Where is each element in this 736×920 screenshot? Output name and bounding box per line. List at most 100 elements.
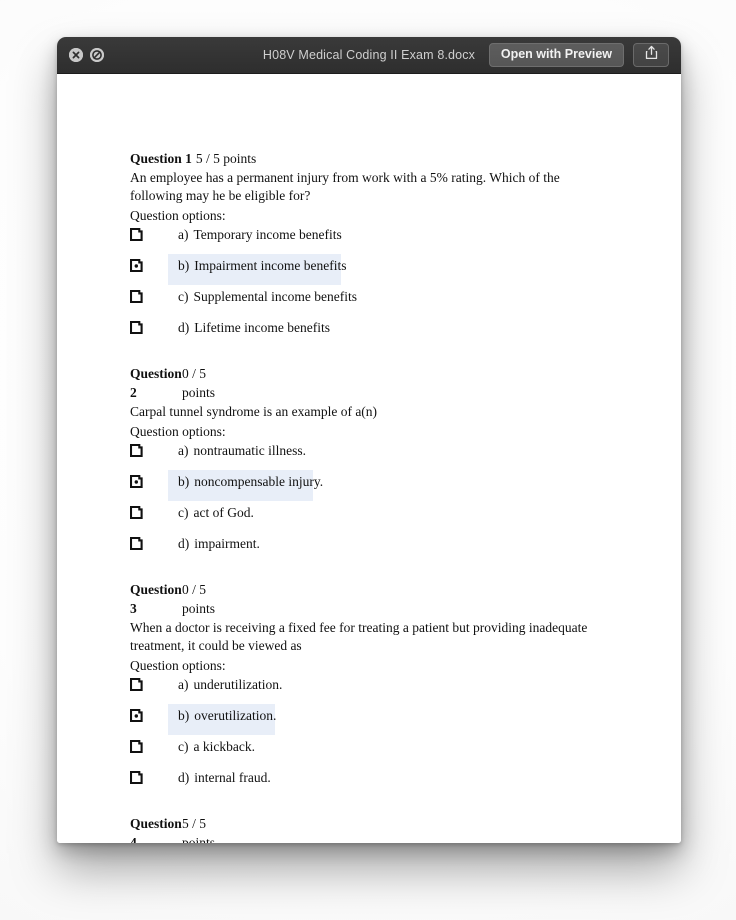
question-points-word: points: [182, 600, 216, 616]
option-letter: b): [178, 257, 190, 273]
option-label: impairment.: [194, 535, 260, 551]
question-score: 0 / 5: [182, 581, 207, 597]
option-label: Temporary income benefits: [193, 226, 342, 242]
option-text: a) Temporary income benefits: [178, 227, 342, 243]
checkbox-unchecked-icon[interactable]: [130, 739, 178, 753]
question-label: Question: [130, 815, 182, 831]
question-header-row: 2 points: [130, 384, 681, 402]
question-label: Question: [130, 365, 182, 381]
option-row[interactable]: b) Impairment income benefits: [128, 253, 681, 289]
option-letter: a): [178, 226, 189, 242]
checkbox-checked-icon[interactable]: [128, 469, 178, 501]
option-row[interactable]: d) internal fraud.: [130, 770, 681, 801]
option-row[interactable]: c) a kickback.: [130, 739, 681, 770]
option-letter: d): [178, 769, 190, 785]
option-letter: c): [178, 288, 189, 304]
checkbox-unchecked-icon[interactable]: [130, 443, 178, 457]
share-button[interactable]: [633, 43, 669, 67]
option-text: b) overutilization.: [178, 708, 276, 724]
question-points-word: points: [182, 835, 216, 843]
question-header-row: Question 0 / 5: [130, 365, 681, 383]
question-options-label: Question options:: [130, 423, 226, 439]
question-score: 0 / 5: [182, 365, 207, 381]
question-header: Question 15 / 5 points: [130, 150, 681, 168]
option-row[interactable]: c) act of God.: [130, 505, 681, 536]
question-number: 2: [130, 385, 137, 401]
option-letter: a): [178, 442, 189, 458]
option-letter: d): [178, 535, 190, 551]
question-text: When a doctor is receiving a fixed fee f…: [130, 620, 588, 654]
option-text: c) Supplemental income benefits: [178, 289, 357, 305]
option-text: a) underutilization.: [178, 677, 282, 693]
option-label: Impairment income benefits: [194, 257, 347, 273]
question-block: Question5 / 54pointsAn employee was inju…: [57, 815, 681, 843]
option-text: c) act of God.: [178, 505, 254, 521]
question-points-word: points: [182, 385, 216, 401]
quicklook-window: H08V Medical Coding II Exam 8.docx Open …: [57, 37, 681, 843]
option-label: noncompensable injury.: [194, 473, 324, 489]
question-header-row: Question 0 / 5: [130, 581, 681, 599]
option-text: d) Lifetime income benefits: [178, 320, 330, 336]
option-row[interactable]: b) noncompensable injury.: [128, 469, 681, 505]
document-body: Question 15 / 5 points An employee has a …: [57, 74, 681, 843]
option-text: d) impairment.: [178, 536, 260, 552]
question-spacer: [57, 351, 681, 365]
share-upload-icon: [645, 45, 658, 65]
question-block: Question 15 / 5 points An employee has a …: [57, 150, 681, 351]
question-header-row: 4 points: [130, 834, 681, 843]
question-options-label: Question options:: [130, 657, 226, 673]
option-list: a) nontraumatic illness. b) noncompensable …: [128, 443, 681, 567]
option-row[interactable]: d) impairment.: [130, 536, 681, 567]
question-options-label: Question options:: [130, 207, 226, 223]
option-list: a) underutilization. b) overutilization. c) a…: [128, 677, 681, 801]
question-text: Carpal tunnel syndrome is an example of …: [130, 404, 378, 420]
question-spacer: [57, 567, 681, 581]
question-header-row: Question 5 / 5: [130, 815, 681, 833]
option-label: act of God.: [193, 504, 254, 520]
question-number: 4: [130, 835, 137, 843]
option-text: c) a kickback.: [178, 739, 255, 755]
checkbox-unchecked-icon[interactable]: [130, 289, 178, 303]
checkbox-unchecked-icon[interactable]: [130, 227, 178, 241]
option-text: d) internal fraud.: [178, 770, 271, 786]
checkbox-unchecked-icon[interactable]: [130, 770, 178, 784]
option-label: Lifetime income benefits: [194, 319, 330, 335]
option-letter: a): [178, 676, 189, 692]
question-block: Question 0 / 5 2 points Carpal tunnel syndro…: [57, 365, 681, 567]
option-letter: b): [178, 473, 190, 489]
option-text: a) nontraumatic illness.: [178, 443, 306, 459]
question-label: Question 1: [130, 151, 192, 166]
checkbox-unchecked-icon[interactable]: [130, 320, 178, 334]
titlebar-left-controls: [57, 48, 104, 62]
document-page[interactable]: Question 15 / 5 points An employee has a …: [57, 74, 681, 843]
option-row[interactable]: b) overutilization.: [128, 703, 681, 739]
checkbox-unchecked-icon[interactable]: [130, 677, 178, 691]
option-label: nontraumatic illness.: [193, 442, 306, 458]
checkbox-unchecked-icon[interactable]: [130, 536, 178, 550]
option-row[interactable]: c) Supplemental income benefits: [130, 289, 681, 320]
question-points: 5 / 5 points: [195, 151, 257, 166]
option-letter: d): [178, 319, 190, 335]
option-row[interactable]: d) Lifetime income benefits: [130, 320, 681, 351]
option-text: b) noncompensable injury.: [178, 474, 323, 490]
checkbox-checked-icon[interactable]: [128, 253, 178, 285]
question-label: Question: [130, 581, 182, 597]
question-score: 5 / 5: [182, 815, 207, 831]
question-number: 3: [130, 600, 137, 616]
option-label: overutilization.: [194, 707, 277, 723]
option-label: Supplemental income benefits: [193, 288, 357, 304]
question-spacer: [57, 801, 681, 815]
option-letter: c): [178, 738, 189, 754]
option-list: a) Temporary income benefits b) Impairment …: [128, 227, 681, 351]
open-with-preview-button[interactable]: Open with Preview: [488, 43, 624, 67]
checkbox-unchecked-icon[interactable]: [130, 505, 178, 519]
checkbox-checked-icon[interactable]: [128, 703, 178, 735]
option-text: b) Impairment income benefits: [178, 258, 346, 274]
window-titlebar: H08V Medical Coding II Exam 8.docx Open …: [57, 37, 681, 74]
option-label: internal fraud.: [194, 769, 271, 785]
option-letter: c): [178, 504, 189, 520]
close-circle-icon[interactable]: [69, 48, 83, 62]
prohibition-circle-icon[interactable]: [90, 48, 104, 62]
question-header-row: 3 points: [130, 600, 681, 618]
question-block: Question 0 / 5 3 points When a doctor is rec…: [57, 581, 681, 801]
